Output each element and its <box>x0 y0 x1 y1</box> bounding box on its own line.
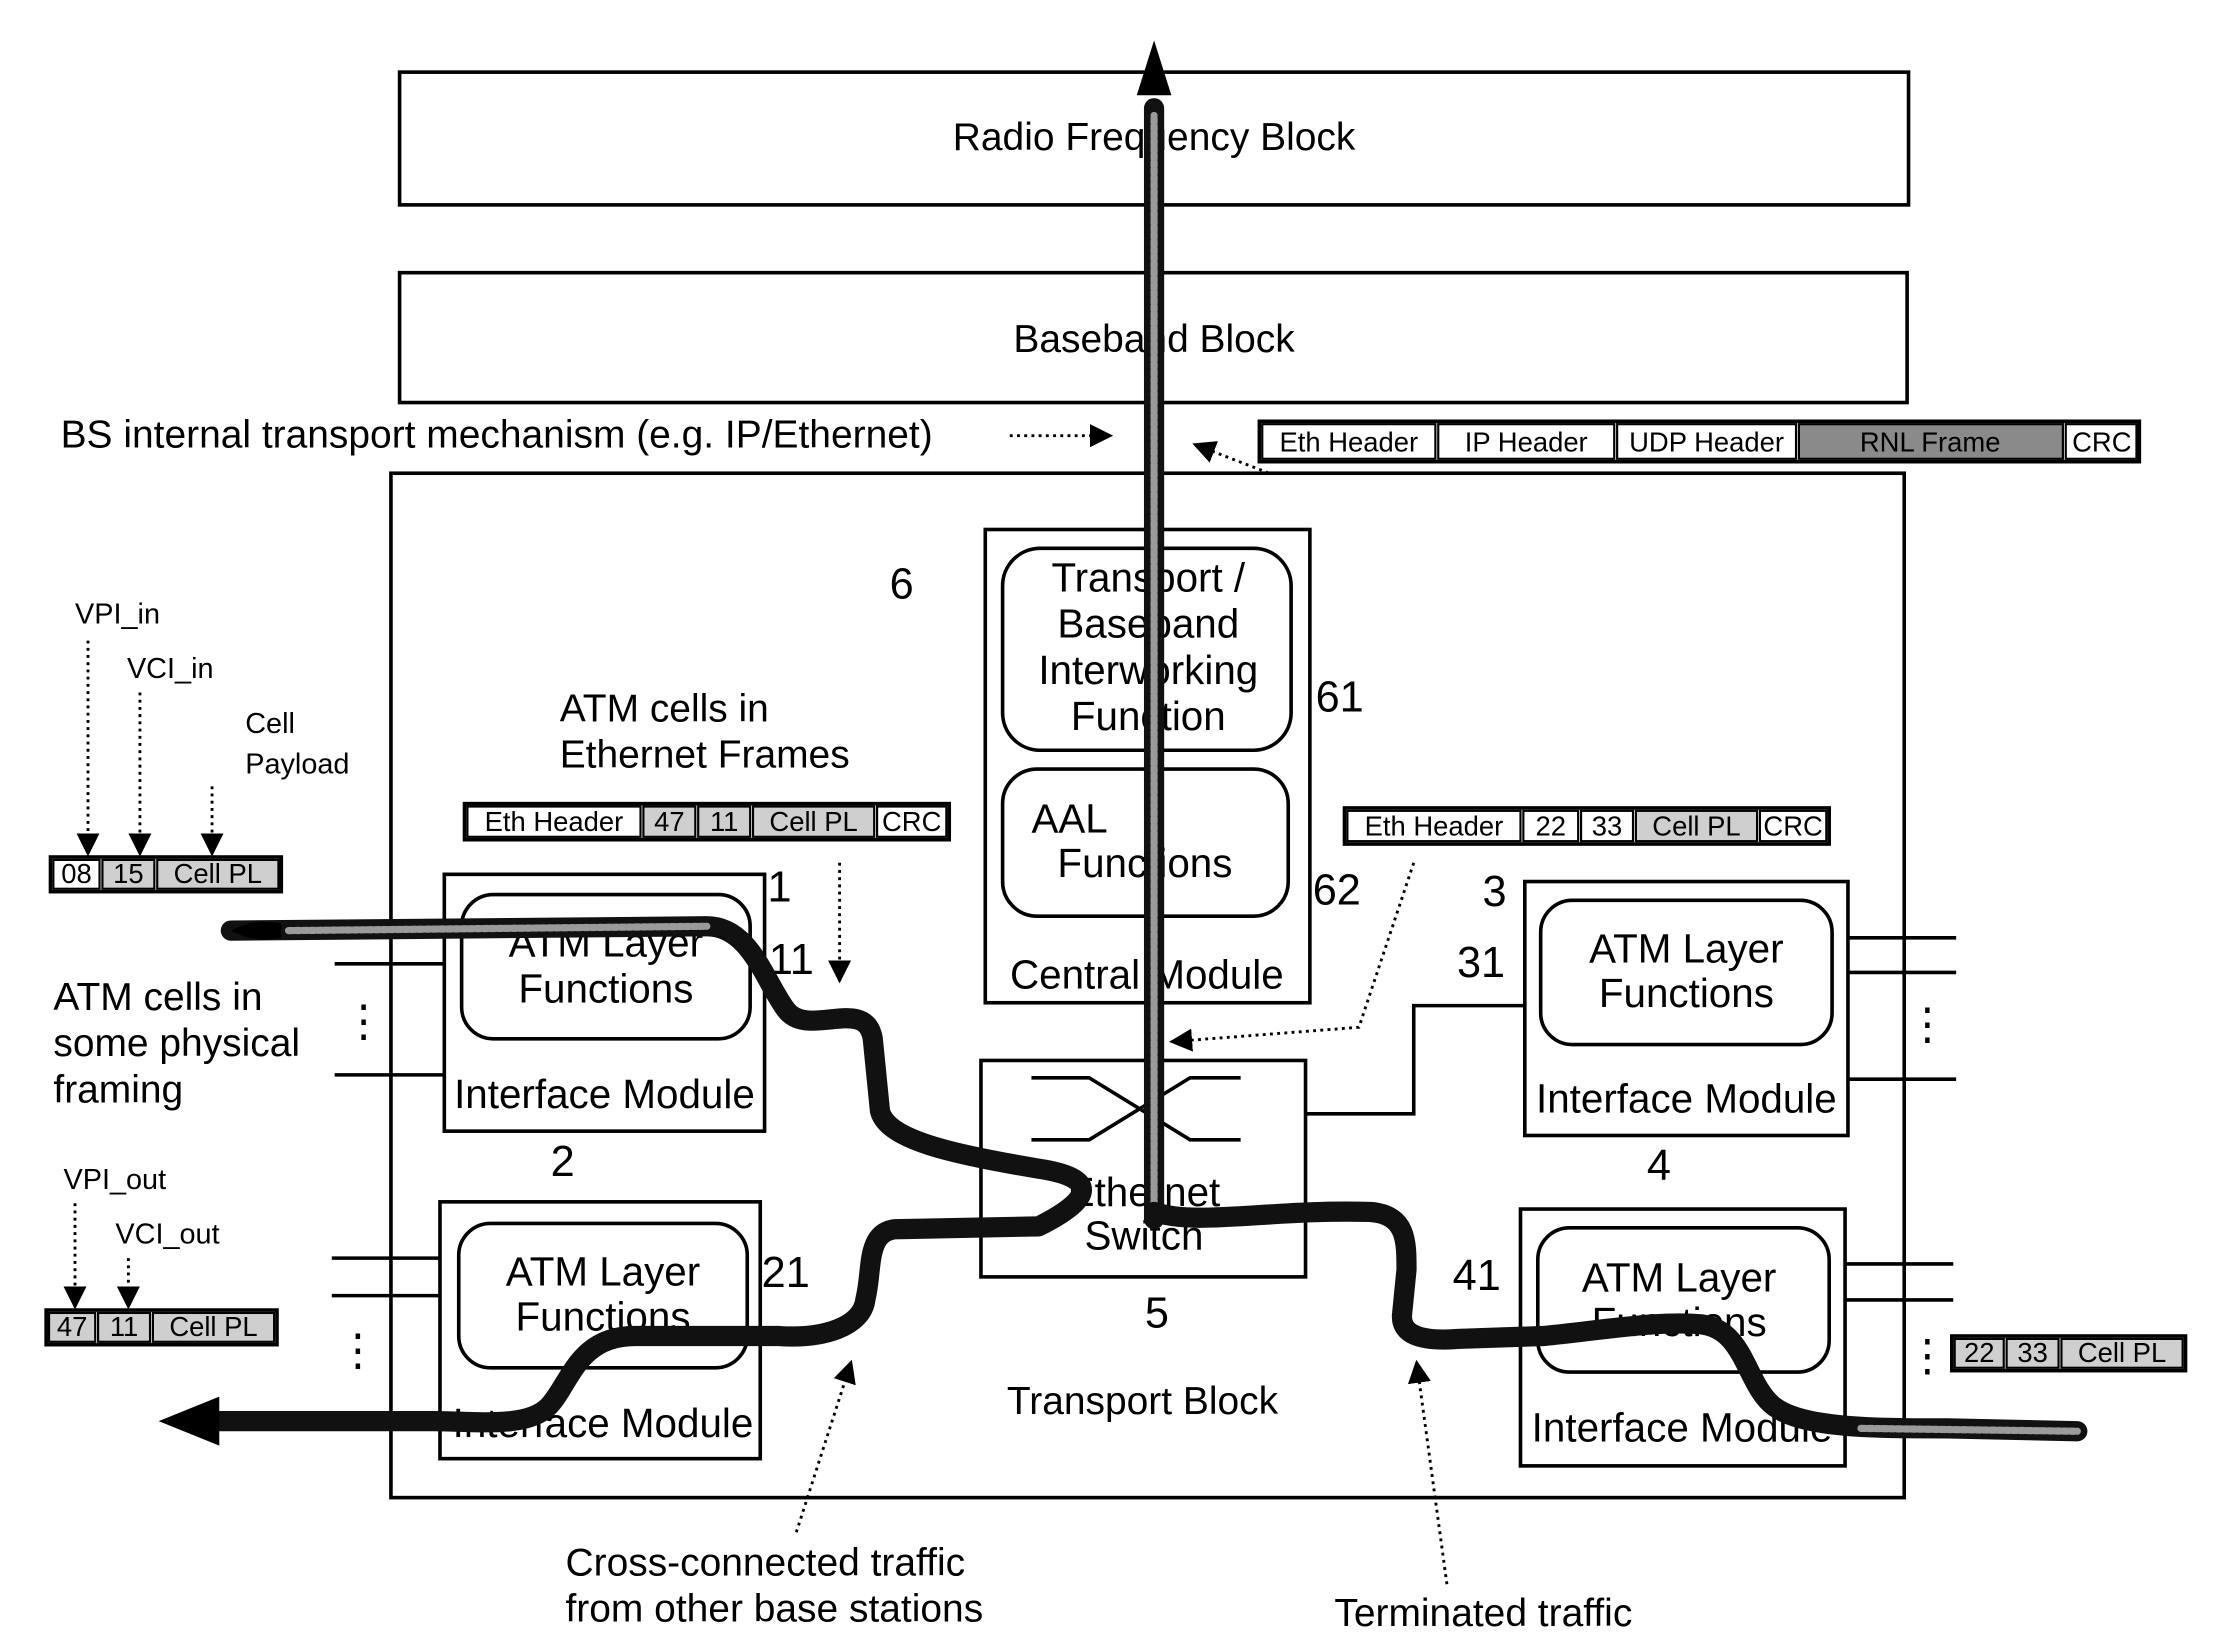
ellipsis-im1: ⋮ <box>342 998 385 1046</box>
svg-text:ATM Layer: ATM Layer <box>1589 925 1783 971</box>
svg-text:Functions: Functions <box>1599 970 1774 1016</box>
interface-module-1-ref: 1 <box>767 864 791 912</box>
physical-framing-label: ATM cells in some physical framing <box>53 976 300 1111</box>
central-module-ref: 6 <box>890 561 914 609</box>
svg-text:22: 22 <box>1964 1337 1994 1368</box>
ip-packet: Eth Header IP Header UDP Header RNL Fram… <box>1257 419 2142 464</box>
svg-text:VCI_out: VCI_out <box>115 1219 219 1251</box>
aal-ref: 62 <box>1313 867 1361 915</box>
ellipsis-im4: ⋮ <box>1906 1333 1949 1381</box>
svg-text:Cross-connected traffic: Cross-connected traffic <box>565 1542 965 1585</box>
cell-out: VPI_out VCI_out 47 11 Cell PL <box>44 1164 279 1347</box>
svg-text:Cell PL: Cell PL <box>174 858 262 889</box>
ip-packet-field-label: UDP Header <box>1629 427 1784 458</box>
svg-text:VPI_out: VPI_out <box>63 1164 166 1196</box>
svg-text:Cell PL: Cell PL <box>169 1311 257 1342</box>
svg-text:VPI_in: VPI_in <box>75 598 160 630</box>
svg-text:Interface Module: Interface Module <box>1536 1075 1837 1121</box>
svg-text:AAL: AAL <box>1031 795 1107 841</box>
svg-text:Cell PL: Cell PL <box>769 806 857 837</box>
svg-text:Eth Header: Eth Header <box>485 806 624 837</box>
interface-module-2-ref: 2 <box>551 1138 575 1186</box>
svg-text:Eth Header: Eth Header <box>1365 810 1504 841</box>
interface-module-3-ref: 3 <box>1482 868 1506 916</box>
svg-text:from other base stations: from other base stations <box>565 1588 983 1631</box>
interworking-ref: 61 <box>1316 673 1364 721</box>
svg-text:ATM cells in: ATM cells in <box>53 976 262 1019</box>
ip-packet-field-label: CRC <box>2072 427 2131 458</box>
svg-text:framing: framing <box>53 1068 183 1111</box>
uplink-arrow-head <box>1136 40 1172 96</box>
svg-text:15: 15 <box>113 858 143 889</box>
ethernet-switch-ref: 5 <box>1145 1289 1169 1337</box>
svg-text:Ethernet Frames: Ethernet Frames <box>560 734 850 777</box>
svg-text:ATM cells in: ATM cells in <box>560 687 769 730</box>
base-station-diagram: Radio Frequency Block Baseband Block BS … <box>44 40 2188 1635</box>
svg-text:11: 11 <box>710 806 738 837</box>
interface-module-3-sub-ref: 31 <box>1457 939 1505 987</box>
transport-mechanism-label: BS internal transport mechanism (e.g. IP… <box>61 413 933 456</box>
cell-in: VPI_in VCI_in Cell Payload 08 15 Cell PL <box>48 598 349 894</box>
svg-text:08: 08 <box>61 858 91 889</box>
ellipsis-im2: ⋮ <box>336 1327 379 1375</box>
svg-text:33: 33 <box>1592 810 1622 841</box>
svg-text:Cell PL: Cell PL <box>1652 810 1740 841</box>
svg-text:Cell PL: Cell PL <box>2078 1337 2166 1368</box>
svg-text:Payload: Payload <box>245 748 349 780</box>
svg-text:VCI_in: VCI_in <box>127 653 214 685</box>
svg-text:Cell: Cell <box>245 708 295 740</box>
cell-right: 22 33 Cell PL <box>1950 1334 2188 1373</box>
interface-module-4-sub-ref: 41 <box>1453 1252 1501 1300</box>
interface-module-1: ATM Layer Functions Interface Module 1 1… <box>442 864 814 1133</box>
cross-connected-label: Cross-connected traffic from other base … <box>565 1542 983 1631</box>
svg-text:11: 11 <box>110 1311 138 1342</box>
svg-text:47: 47 <box>654 806 684 837</box>
eth-frame-right: Eth Header 22 33 Cell PL CRC <box>1342 806 1831 846</box>
transport-block-label: Transport Block <box>1007 1380 1279 1423</box>
svg-text:ATM Layer: ATM Layer <box>506 1249 700 1295</box>
ip-packet-field-label: Eth Header <box>1279 427 1418 458</box>
svg-text:33: 33 <box>2017 1337 2047 1368</box>
svg-text:ATM Layer: ATM Layer <box>1582 1254 1776 1300</box>
interface-module-4-ref: 4 <box>1647 1142 1671 1190</box>
ellipsis-im3: ⋮ <box>1906 1001 1949 1049</box>
ip-packet-field-label: RNL Frame <box>1860 427 2001 458</box>
svg-text:CRC: CRC <box>1763 810 1822 841</box>
svg-text:Functions: Functions <box>518 966 693 1012</box>
ip-packet-field-label: IP Header <box>1465 427 1588 458</box>
terminated-label: Terminated traffic <box>1334 1592 1632 1635</box>
svg-text:22: 22 <box>1536 810 1566 841</box>
svg-text:some physical: some physical <box>53 1022 300 1065</box>
svg-text:CRC: CRC <box>882 806 941 837</box>
im2-out-arrow-head <box>158 1396 220 1446</box>
svg-text:Interface Module: Interface Module <box>454 1071 755 1117</box>
interface-module-2-sub-ref: 21 <box>762 1249 810 1297</box>
eth-frame-left: Eth Header 47 11 Cell PL CRC <box>462 801 952 842</box>
svg-text:47: 47 <box>57 1311 87 1342</box>
